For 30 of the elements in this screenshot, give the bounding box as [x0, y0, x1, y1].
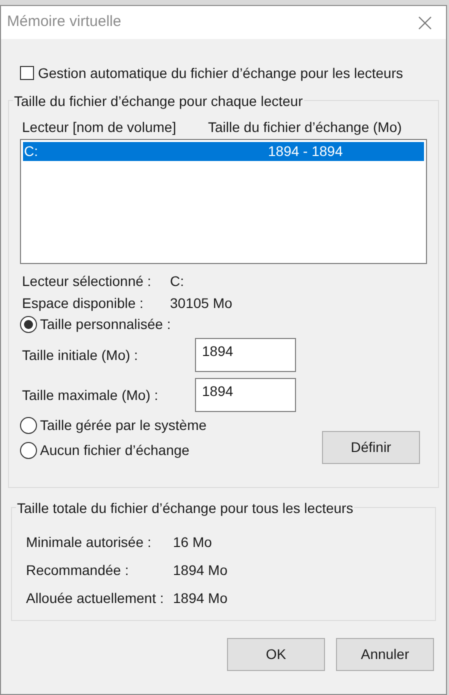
window-title: Mémoire virtuelle — [7, 12, 122, 32]
field-label: Taille maximale (Mo) : — [21, 386, 160, 405]
dialog-button[interactable]: OK — [227, 638, 325, 671]
info-label: Lecteur sélectionné : — [21, 272, 152, 290]
radio-button[interactable] — [20, 442, 37, 458]
column-header: Lecteur [nom de volume] — [21, 118, 178, 137]
radio-label[interactable]: Aucun fichier d’échange — [40, 440, 190, 460]
radio-button[interactable] — [20, 316, 37, 333]
total-value: 1894 Mo — [173, 560, 228, 580]
set-button[interactable]: Définir — [322, 431, 420, 464]
input-field[interactable]: 1894 — [195, 378, 296, 412]
info-value: C: — [170, 272, 184, 290]
field-label: Taille initiale (Mo) : — [21, 346, 139, 365]
checkbox[interactable] — [20, 66, 34, 80]
total-value: 16 Mo — [173, 532, 212, 552]
dialog-button[interactable]: Annuler — [336, 638, 434, 671]
info-label: Espace disponible : — [21, 294, 144, 313]
total-value: 1894 Mo — [173, 588, 228, 608]
list-row[interactable]: C: 1894 - 1894 — [23, 142, 424, 161]
total-label: Allouée actuellement : — [25, 588, 165, 608]
column-header: Taille du fichier d’échange (Mo) — [208, 118, 402, 137]
input-field[interactable]: 1894 — [195, 338, 296, 372]
checkbox-label[interactable]: Gestion automatique du fichier d’échange pour les lecteurs — [38, 62, 403, 84]
radio-label[interactable]: Taille gérée par le système — [40, 415, 207, 436]
total-label: Recommandée : — [25, 560, 130, 580]
radio-label[interactable]: Taille personnalisée : — [40, 314, 171, 335]
radio-button[interactable] — [20, 417, 37, 434]
total-label: Minimale autorisée : — [25, 532, 152, 552]
close-icon[interactable] — [418, 16, 432, 30]
info-value: 30105 Mo — [170, 294, 232, 312]
